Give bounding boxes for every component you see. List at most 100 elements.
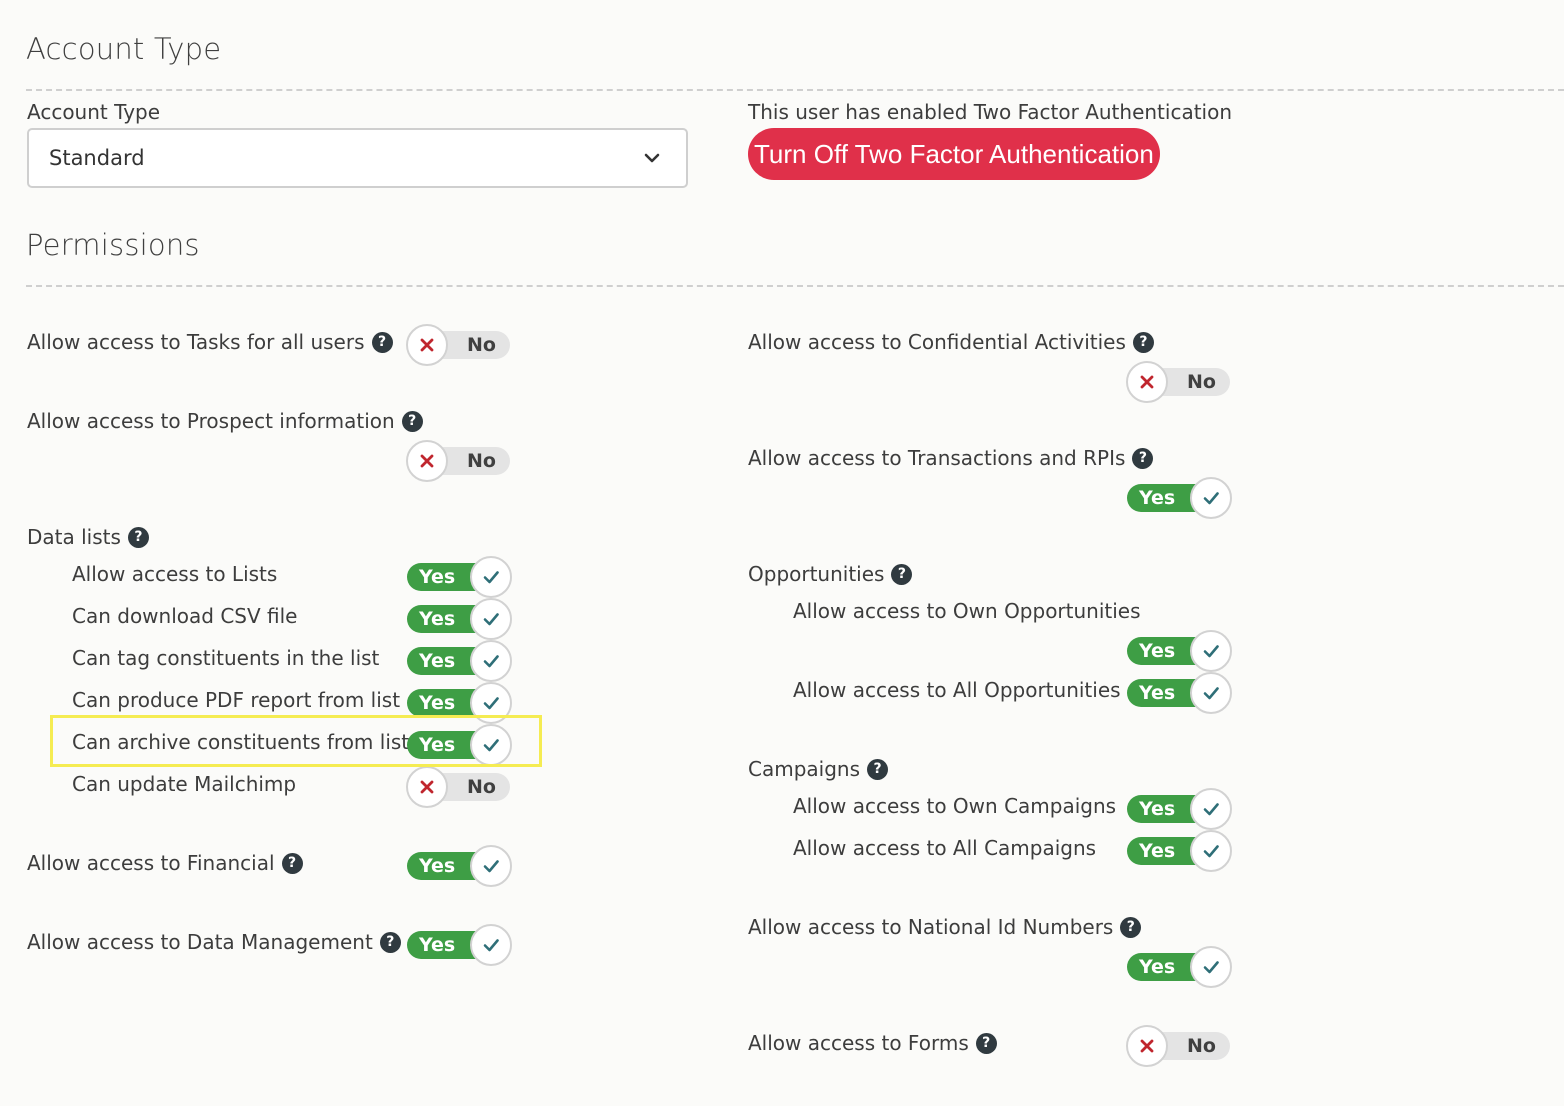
prospect-permission-label: Allow access to Prospect information ? [27,407,423,435]
chevron-down-icon [644,153,660,163]
own-campaigns-toggle[interactable]: Yes [1126,788,1232,830]
toggle-state-label: Yes [419,566,456,588]
data-management-permission-text: Allow access to Data Management [27,930,373,954]
pdf-report-label: Can produce PDF report from list [72,688,401,712]
x-icon[interactable] [406,440,448,482]
tasks-permission-toggle[interactable]: No [406,324,512,366]
account-type-label: Account Type [27,100,161,124]
toggle-state-label: Yes [419,692,456,714]
own-opportunities-label: Allow access to Own Opportunities [793,599,1141,623]
own-campaigns-label: Allow access to Own Campaigns [793,794,1117,818]
x-icon[interactable] [406,324,448,366]
toggle-state-label: No [467,334,496,356]
data-lists-text: Data lists [27,525,121,549]
national-id-permission-toggle[interactable]: Yes [1126,946,1232,988]
national-id-permission-label: Allow access to National Id Numbers ? [748,913,1142,941]
question-circle-icon[interactable]: ? [379,931,401,953]
toggle-state-label: Yes [1139,798,1176,820]
turn-off-tfa-button[interactable]: Turn Off Two Factor Authentication [748,128,1160,180]
toggle-state-label: Yes [1139,640,1176,662]
x-icon[interactable] [1126,1025,1168,1067]
account-type-value: Standard [49,146,145,170]
transactions-permission-toggle[interactable]: Yes [1126,477,1232,519]
forms-permission-label: Allow access to Forms ? [748,1029,997,1057]
data-management-permission-toggle[interactable]: Yes [406,924,512,966]
check-icon[interactable] [470,598,512,640]
update-mailchimp-toggle[interactable]: No [406,766,512,808]
confidential-permission-text: Allow access to Confidential Activities [748,330,1126,354]
toggle-state-label: Yes [419,934,456,956]
question-circle-icon[interactable]: ? [281,852,303,874]
check-icon[interactable] [470,845,512,887]
question-circle-icon[interactable]: ? [1120,916,1142,938]
check-icon[interactable] [1190,672,1232,714]
check-icon[interactable] [1190,946,1232,988]
tasks-permission-label: Allow access to Tasks for all users ? [27,328,393,356]
question-circle-icon[interactable]: ? [975,1032,997,1054]
lists-access-label: Allow access to Lists [72,562,278,586]
toggle-state-label: Yes [1139,682,1176,704]
update-mailchimp-label: Can update Mailchimp [72,772,297,796]
tag-constituents-label: Can tag constituents in the list [72,646,380,670]
prospect-permission-text: Allow access to Prospect information [27,409,395,433]
toggle-state-label: Yes [1139,956,1176,978]
section-divider [26,285,1564,287]
all-campaigns-toggle[interactable]: Yes [1126,830,1232,872]
check-icon[interactable] [1190,788,1232,830]
campaigns-text: Campaigns [748,757,861,781]
financial-permission-text: Allow access to Financial [27,851,275,875]
all-opportunities-label: Allow access to All Opportunities [793,678,1121,702]
toggle-state-label: Yes [419,650,456,672]
tfa-status-text: This user has enabled Two Factor Authent… [748,100,1233,124]
question-circle-icon[interactable]: ? [127,526,149,548]
forms-permission-text: Allow access to Forms [748,1031,969,1055]
permissions-heading: Permissions [26,228,200,262]
highlight-box [50,715,542,767]
confidential-permission-toggle[interactable]: No [1126,361,1232,403]
question-circle-icon[interactable]: ? [891,563,913,585]
check-icon[interactable] [1190,830,1232,872]
financial-permission-toggle[interactable]: Yes [406,845,512,887]
own-opportunities-toggle[interactable]: Yes [1126,630,1232,672]
forms-permission-toggle[interactable]: No [1126,1025,1232,1067]
data-management-permission-label: Allow access to Data Management ? [27,928,401,956]
transactions-permission-text: Allow access to Transactions and RPIs [748,446,1126,470]
question-circle-icon[interactable]: ? [867,758,889,780]
prospect-permission-toggle[interactable]: No [406,440,512,482]
check-icon[interactable] [1190,630,1232,672]
all-campaigns-label: Allow access to All Campaigns [793,836,1097,860]
lists-access-toggle[interactable]: Yes [406,556,512,598]
toggle-state-label: Yes [419,608,456,630]
national-id-permission-text: Allow access to National Id Numbers [748,915,1114,939]
x-icon[interactable] [1126,361,1168,403]
toggle-state-label: Yes [1139,840,1176,862]
toggle-state-label: No [1187,1035,1216,1057]
campaigns-label: Campaigns ? [748,755,889,783]
financial-permission-label: Allow access to Financial ? [27,849,303,877]
account-type-select[interactable]: Standard [27,128,688,188]
question-circle-icon[interactable]: ? [371,331,393,353]
toggle-state-label: No [467,450,496,472]
check-icon[interactable] [470,924,512,966]
question-circle-icon[interactable]: ? [1132,331,1154,353]
toggle-state-label: No [1187,371,1216,393]
opportunities-text: Opportunities [748,562,885,586]
data-lists-label: Data lists ? [27,523,149,551]
download-csv-label: Can download CSV file [72,604,298,628]
question-circle-icon[interactable]: ? [1132,447,1154,469]
toggle-state-label: Yes [419,855,456,877]
tag-constituents-toggle[interactable]: Yes [406,640,512,682]
check-icon[interactable] [470,556,512,598]
check-icon[interactable] [1190,477,1232,519]
toggle-state-label: Yes [1139,487,1176,509]
all-opportunities-toggle[interactable]: Yes [1126,672,1232,714]
x-icon[interactable] [406,766,448,808]
toggle-state-label: No [467,776,496,798]
download-csv-toggle[interactable]: Yes [406,598,512,640]
tasks-permission-text: Allow access to Tasks for all users [27,330,365,354]
confidential-permission-label: Allow access to Confidential Activities … [748,328,1154,356]
account-type-heading: Account Type [26,32,222,66]
check-icon[interactable] [470,640,512,682]
question-circle-icon[interactable]: ? [401,410,423,432]
user-settings-page: Account Type Account Type Standard This … [0,0,1564,1106]
